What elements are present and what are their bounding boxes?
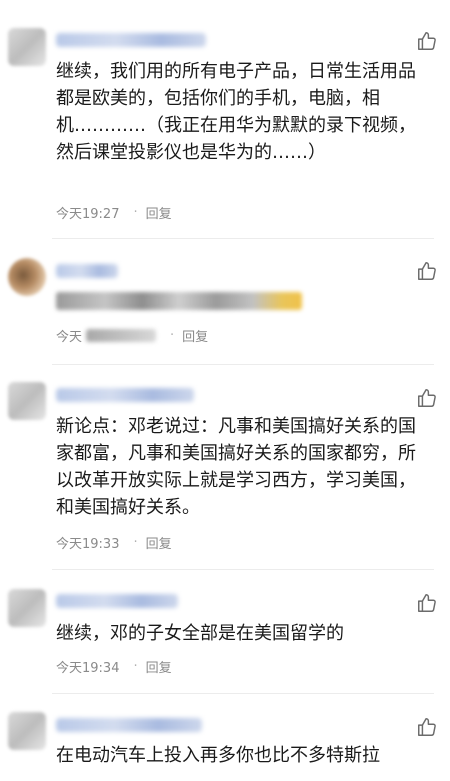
- divider: [52, 364, 434, 365]
- comment-text: 新论点：邓老说过：凡事和美国搞好关系的国家都富，凡事和美国搞好关系的国家都穷，所…: [56, 416, 416, 518]
- thumbs-up-icon[interactable]: [416, 387, 438, 409]
- divider: [52, 238, 434, 239]
- comment-text: 在电动汽车上投入再多你也比不多特斯拉: [56, 745, 380, 766]
- comment-time: 今天: [56, 330, 83, 345]
- username-blurred[interactable]: [56, 264, 118, 278]
- username-blurred[interactable]: [56, 594, 178, 608]
- reply-button[interactable]: 回复: [146, 203, 172, 222]
- comment-time: 今天19:27: [56, 207, 120, 222]
- separator-dot: ·: [133, 659, 138, 674]
- comment-meta: 今天19:33 · 回复: [56, 533, 172, 552]
- time-blurred: [86, 329, 157, 342]
- comment-meta: 今天19:34 · 回复: [56, 657, 172, 676]
- reply-button[interactable]: 回复: [146, 657, 172, 676]
- comment-meta: 今天19:27 · 回复: [56, 203, 172, 222]
- divider: [52, 569, 434, 570]
- divider: [52, 693, 434, 694]
- separator-dot: ·: [133, 205, 138, 220]
- separator-dot: ·: [170, 328, 175, 343]
- avatar[interactable]: [8, 28, 46, 66]
- username-blurred[interactable]: [56, 718, 202, 732]
- thumbs-up-icon[interactable]: [416, 30, 438, 52]
- comment-time: 今天19:34: [56, 661, 120, 676]
- comment-time: 今天19:33: [56, 537, 120, 552]
- thumbs-up-icon[interactable]: [416, 592, 438, 614]
- comment-text: 继续，邓的子女全部是在美国留学的: [56, 623, 344, 644]
- avatar[interactable]: [8, 382, 46, 420]
- thumbs-up-icon[interactable]: [416, 260, 438, 282]
- username-blurred[interactable]: [56, 33, 206, 47]
- comment-text: 继续，我们用的所有电子产品，日常生活用品都是欧美的，包括你们的手机，电脑，相机……: [56, 61, 416, 163]
- avatar[interactable]: [8, 589, 46, 627]
- comment-meta: 今天 · 回复: [56, 326, 208, 345]
- thumbs-up-icon[interactable]: [416, 716, 438, 738]
- avatar[interactable]: [8, 258, 46, 296]
- avatar[interactable]: [8, 712, 46, 750]
- comment-text-blurred: [56, 292, 302, 310]
- reply-button[interactable]: 回复: [182, 326, 208, 345]
- reply-button[interactable]: 回复: [146, 533, 172, 552]
- username-blurred[interactable]: [56, 388, 194, 402]
- separator-dot: ·: [133, 535, 138, 550]
